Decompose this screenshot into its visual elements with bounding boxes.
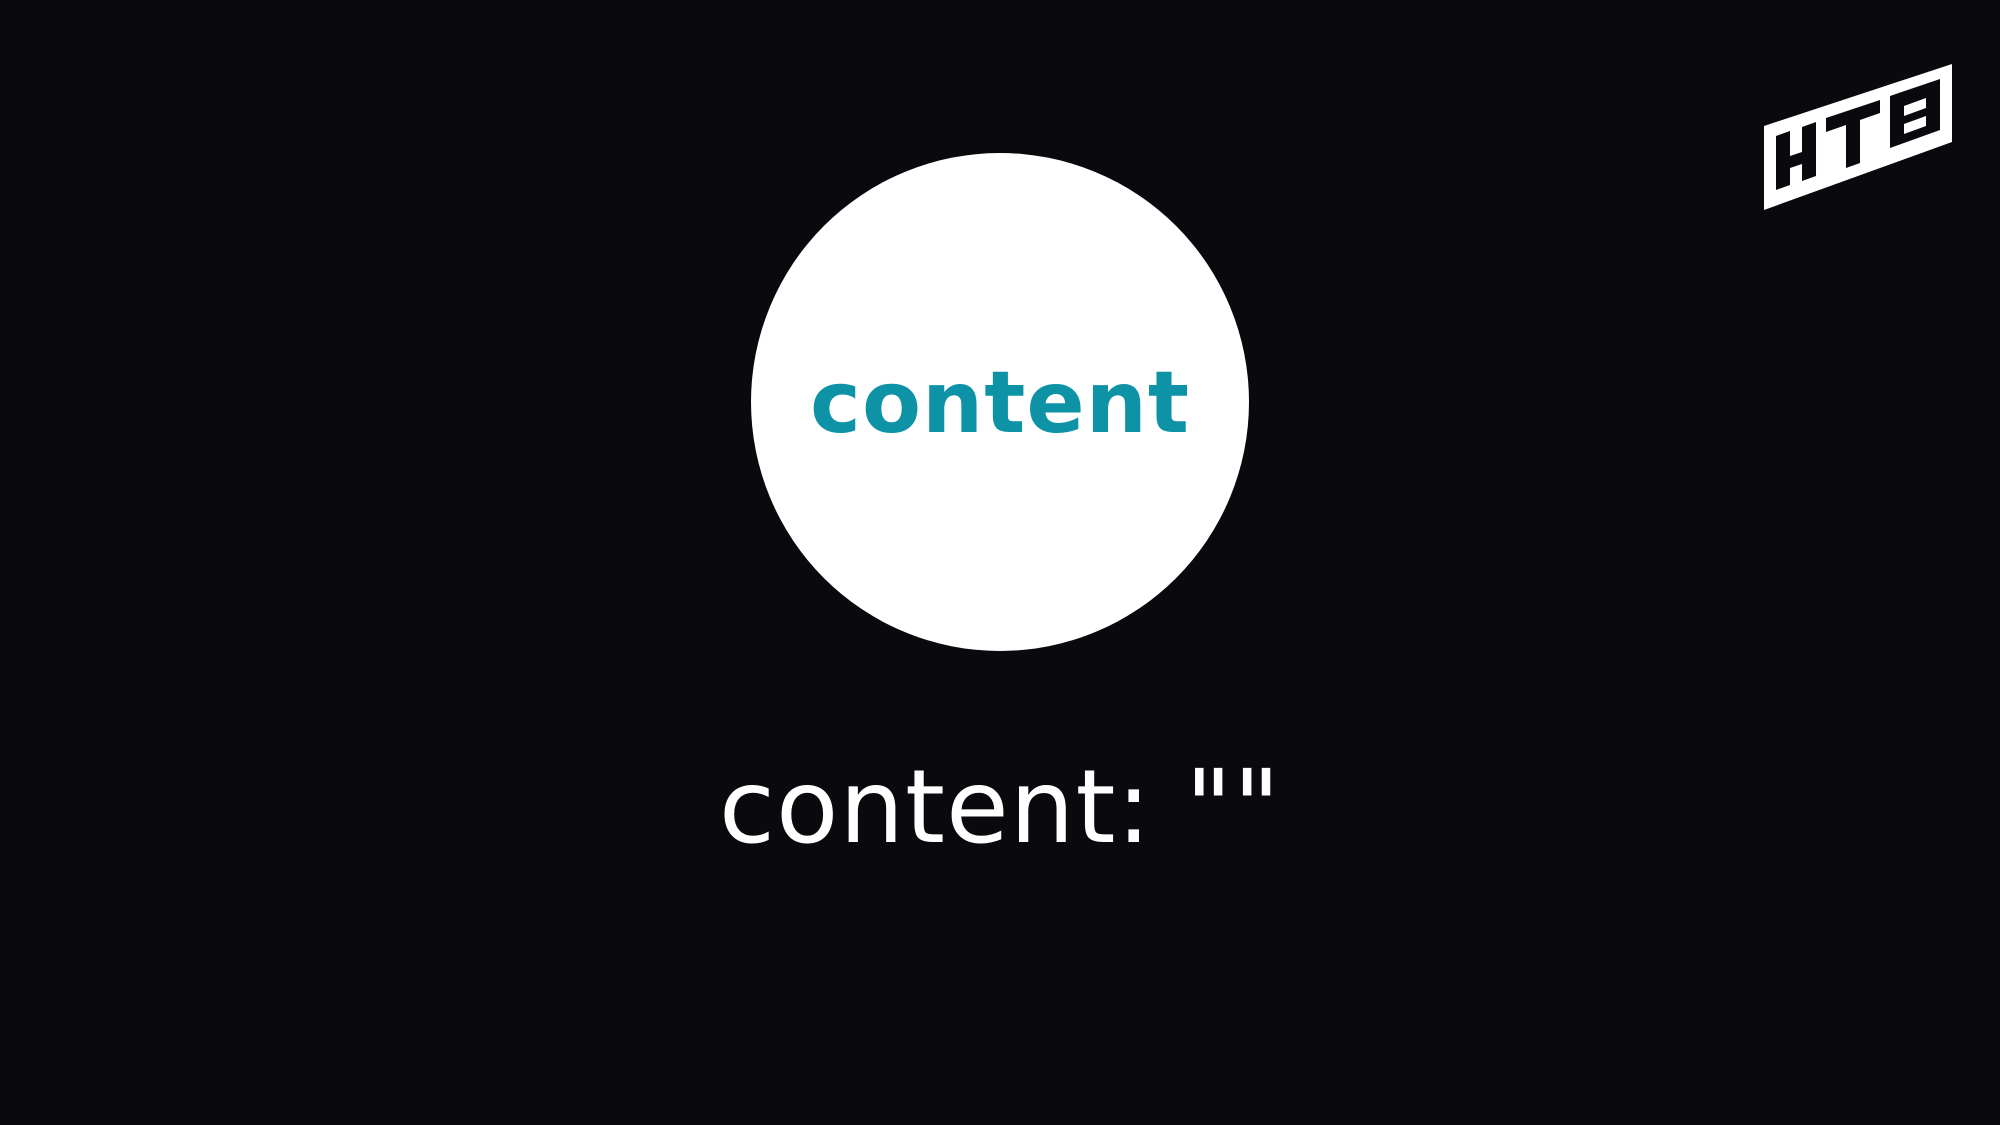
slide: content content: "" [0,0,2000,1125]
circle-label: content [809,353,1191,453]
content-circle: content [751,153,1249,651]
brand-logo-icon [1764,64,1952,210]
css-content-declaration: content: "" [718,748,1282,867]
